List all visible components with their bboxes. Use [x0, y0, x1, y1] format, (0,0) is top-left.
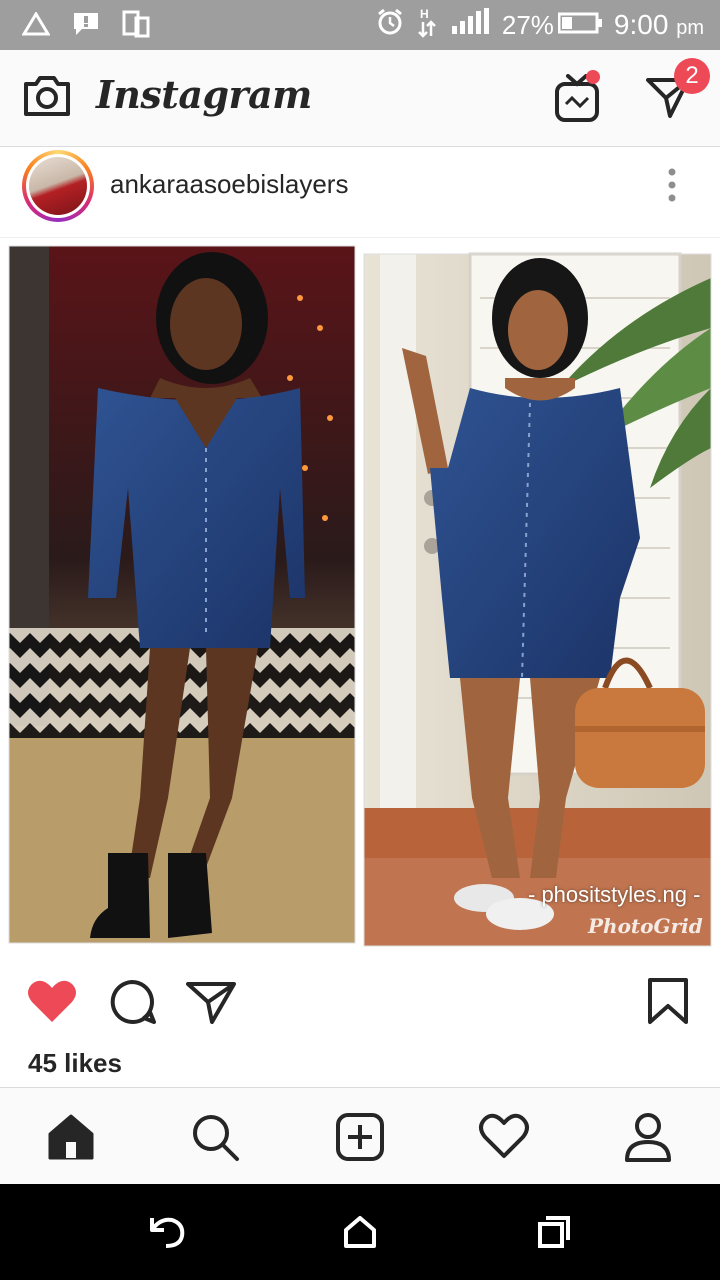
image-credit-watermark: - phositstyles.ng - [528, 882, 701, 907]
post-image[interactable]: - phositstyles.ng - PhotoGrid [0, 238, 720, 953]
alert-icon [72, 11, 100, 42]
android-nav-bar [0, 1184, 720, 1280]
avatar-image [29, 157, 87, 215]
right-photo [363, 252, 712, 947]
profile-icon[interactable] [624, 1112, 672, 1167]
back-icon[interactable] [146, 1214, 186, 1255]
battery-icon [557, 10, 602, 41]
post-actions [0, 960, 720, 1050]
new-post-icon[interactable] [335, 1112, 385, 1167]
camera-icon[interactable] [22, 74, 72, 123]
sim-icon [122, 10, 150, 43]
post-username[interactable]: ankaraasoebislayers [110, 169, 348, 200]
igtv-notification-dot [586, 70, 600, 84]
post-header: ankaraasoebislayers [0, 147, 720, 238]
clock: 9:00 pm [614, 9, 704, 41]
signal-icon [450, 7, 490, 43]
instagram-logo: Instagram [96, 72, 312, 117]
left-photo [8, 245, 356, 944]
bottom-nav [0, 1087, 720, 1185]
data-arrows-icon: H [416, 6, 438, 45]
svg-text:H: H [420, 7, 429, 21]
search-icon[interactable] [190, 1112, 240, 1167]
avatar[interactable] [22, 150, 94, 222]
clock-time: 9:00 [613, 9, 669, 40]
save-bookmark-icon[interactable] [646, 976, 690, 1031]
activity-icon[interactable] [478, 1112, 530, 1165]
photogrid-watermark: PhotoGrid [588, 914, 703, 938]
home-icon[interactable] [46, 1112, 96, 1167]
share-icon[interactable] [186, 980, 236, 1029]
comment-icon[interactable] [108, 978, 156, 1031]
battery-percent: 27% [501, 9, 554, 40]
dm-badge: 2 [674, 58, 710, 94]
drive-icon [21, 11, 51, 41]
app-header: Instagram 2 [0, 50, 720, 147]
clock-ampm: pm [676, 17, 704, 39]
more-options-icon[interactable] [666, 167, 678, 208]
status-bar: H 27% 9:00 pm [0, 0, 720, 50]
like-heart-icon[interactable] [26, 978, 78, 1029]
home-icon[interactable] [342, 1214, 378, 1255]
recents-icon[interactable] [536, 1214, 572, 1255]
likes-count[interactable]: 45 likes [28, 1048, 122, 1079]
alarm-icon [376, 8, 404, 43]
